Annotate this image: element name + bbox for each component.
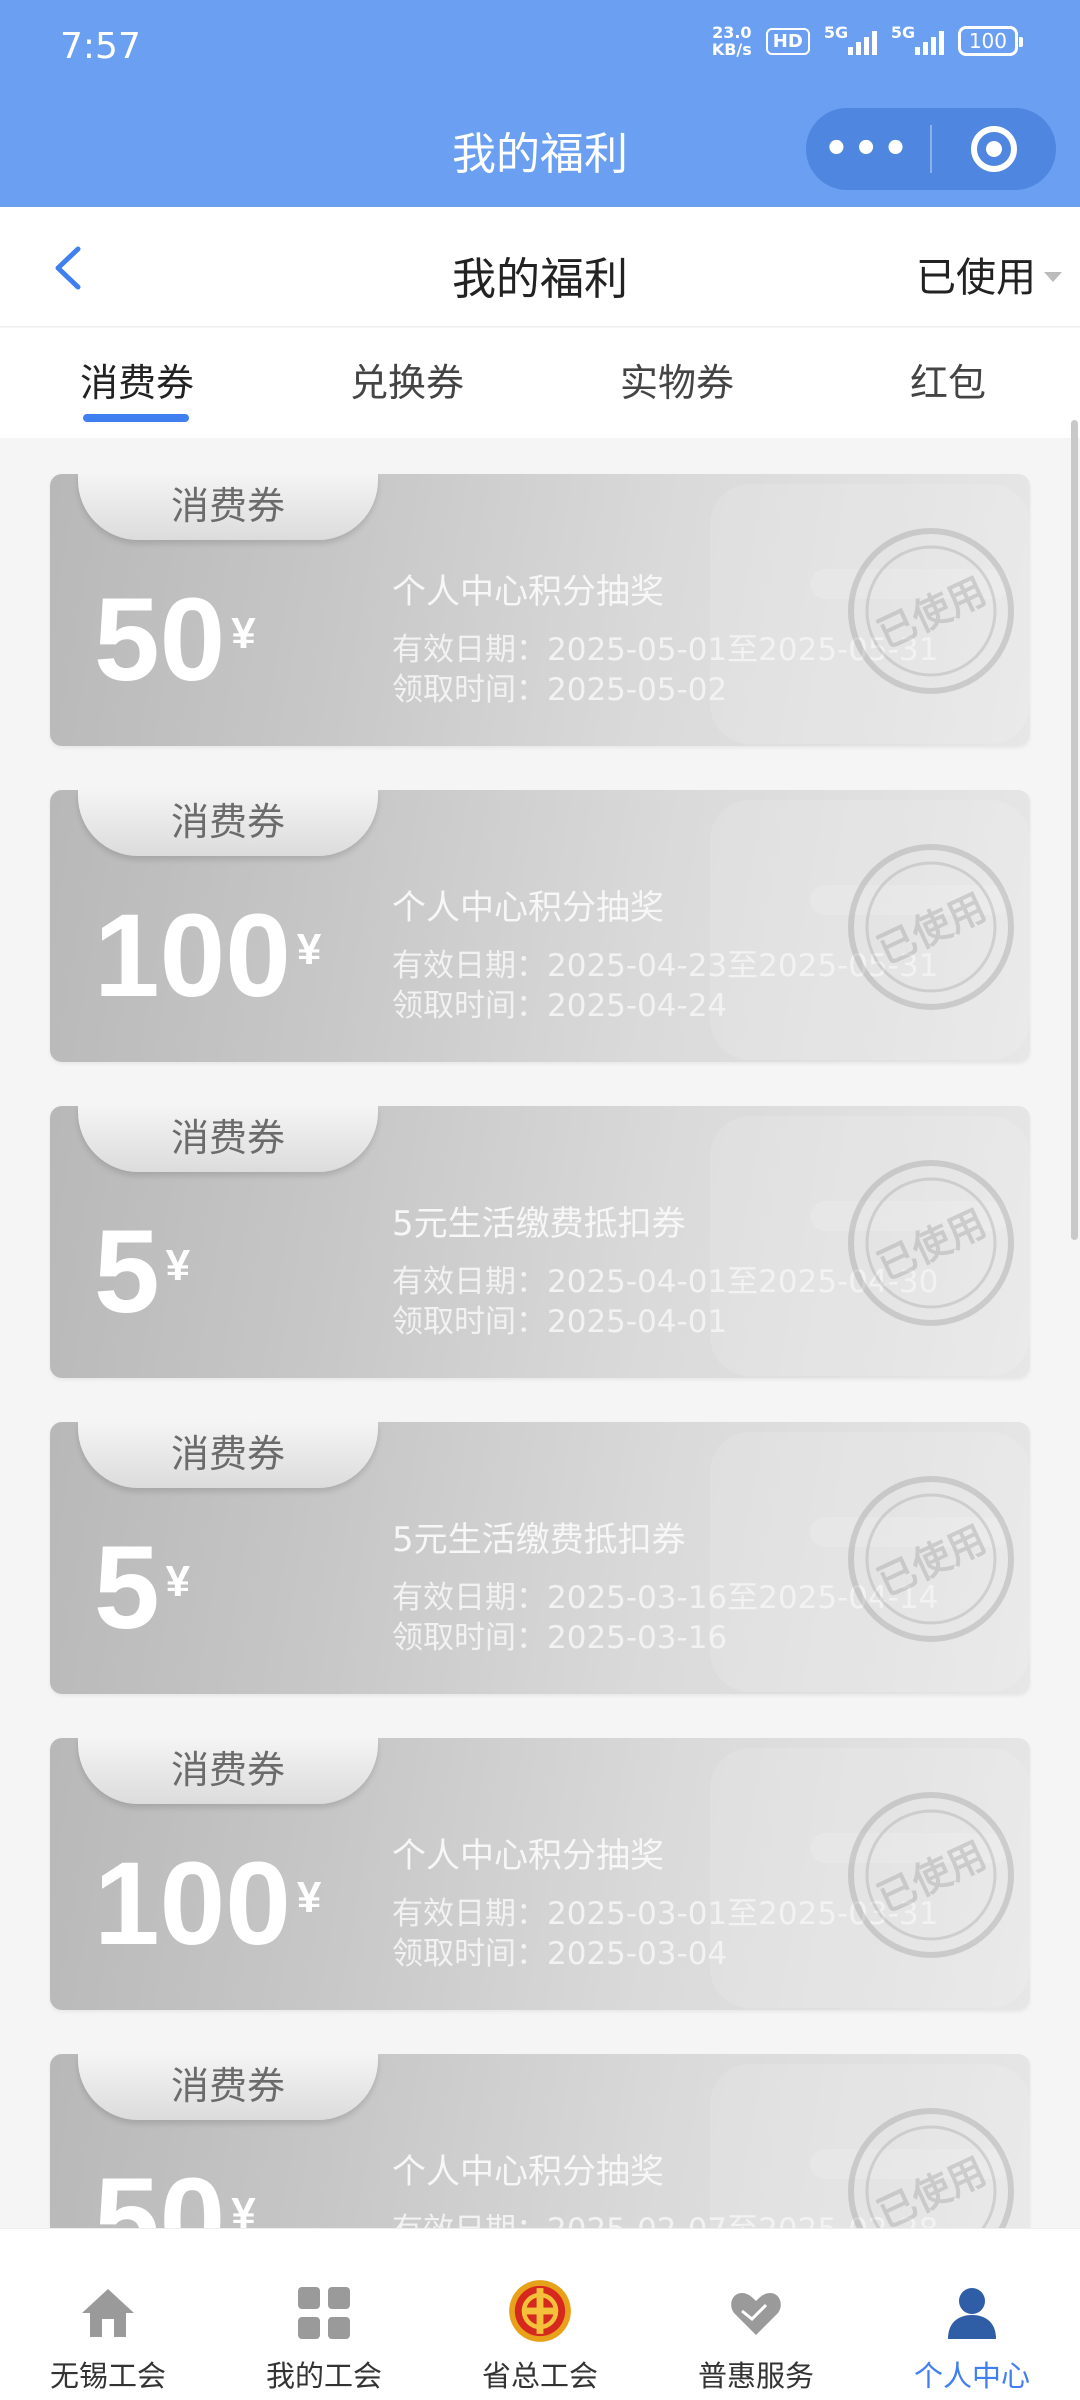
- tab-consumption-coupon[interactable]: 消费券: [80, 352, 194, 407]
- stamp-text: 已使用: [871, 1201, 993, 1289]
- used-stamp-icon: 已使用: [848, 844, 1014, 1010]
- coupon-type-tag: 消费券: [78, 1422, 378, 1488]
- active-tab-indicator: [83, 414, 189, 422]
- hd-icon: HD: [765, 27, 810, 55]
- coupon-type-tag: 消费券: [78, 1738, 378, 1804]
- coupon-amount: 100 ¥: [94, 1838, 322, 1970]
- coupon-type-tag: 消费券: [78, 474, 378, 540]
- signal-icon: 5G: [891, 23, 944, 55]
- coupon-received-time: 领取时间：2025-03-04: [392, 1936, 728, 1972]
- coupon-card[interactable]: 消费券 5 ¥ 5元生活缴费抵扣券 有效日期：2025-03-16至2025-04…: [50, 1422, 1030, 1694]
- page-header: 我的福利 已使用: [0, 207, 1080, 327]
- status-filter-dropdown[interactable]: 已使用: [916, 245, 1062, 303]
- stamp-text: 已使用: [871, 1833, 993, 1921]
- coupon-amount: 5 ¥: [94, 1206, 191, 1338]
- stamp-text: 已使用: [871, 885, 993, 973]
- nav-label: 个人中心: [913, 2359, 1030, 2393]
- currency-symbol: ¥: [165, 1241, 191, 1290]
- coupon-received-time: 领取时间：2025-05-02: [392, 672, 728, 708]
- used-stamp-icon: 已使用: [848, 2108, 1014, 2228]
- coupon-name: 个人中心积分抽奖: [392, 2152, 664, 2192]
- miniapp-capsule: •••: [806, 108, 1056, 190]
- grid-icon: [298, 2287, 350, 2339]
- home-icon: [82, 2289, 134, 2337]
- heart-hands-icon: [731, 2293, 781, 2335]
- coupon-amount: 50 ¥: [94, 2160, 256, 2228]
- battery-icon: 100: [957, 26, 1024, 56]
- nav-item-personal-center[interactable]: 个人中心: [864, 2229, 1080, 2400]
- coupon-name: 个人中心积分抽奖: [392, 1836, 664, 1876]
- coupon-type-tag: 消费券: [78, 1106, 378, 1172]
- coupon-type-tag: 消费券: [78, 2054, 378, 2120]
- coupon-amount: 50 ¥: [94, 574, 256, 706]
- currency-symbol: ¥: [296, 1873, 322, 1922]
- tab-exchange-coupon[interactable]: 兑换券: [350, 352, 464, 407]
- currency-symbol: ¥: [296, 925, 322, 974]
- union-emblem-icon: [509, 2280, 571, 2342]
- stamp-text: 已使用: [871, 1517, 993, 1605]
- scrollbar[interactable]: [1071, 420, 1078, 1240]
- app-top-bar: 7:57 23.0 KB/s HD 5G 5G 100 我的福利 •••: [0, 0, 1080, 207]
- used-stamp-icon: 已使用: [848, 1792, 1014, 1958]
- target-icon[interactable]: [932, 126, 1056, 172]
- user-icon: [948, 2288, 996, 2339]
- currency-symbol: ¥: [231, 609, 256, 658]
- stamp-text: 已使用: [871, 569, 993, 657]
- coupon-type-tag: 消费券: [78, 790, 378, 856]
- coupon-list[interactable]: 消费券 50 ¥ 个人中心积分抽奖 有效日期：2025-05-01至2025-05…: [0, 438, 1080, 2228]
- coupon-received-time: 领取时间：2025-03-16: [392, 1620, 728, 1656]
- coupon-amount: 5 ¥: [94, 1522, 191, 1654]
- coupon-received-time: 领取时间：2025-04-01: [392, 1304, 728, 1340]
- stamp-text: 已使用: [871, 2149, 993, 2228]
- currency-symbol: ¥: [165, 1557, 191, 1606]
- network-speed: 23.0 KB/s: [711, 23, 752, 59]
- nav-label: 普惠服务: [697, 2359, 814, 2393]
- tab-red-packet[interactable]: 红包: [910, 352, 986, 407]
- currency-symbol: ¥: [231, 2189, 256, 2228]
- coupon-name: 个人中心积分抽奖: [392, 572, 664, 612]
- nav-label: 无锡工会: [49, 2359, 166, 2393]
- coupon-card[interactable]: 消费券 100 ¥ 个人中心积分抽奖 有效日期：2025-04-23至2025-0…: [50, 790, 1030, 1062]
- status-time: 7:57: [60, 26, 141, 67]
- bottom-nav: 无锡工会 我的工会 省总工会 普惠服务 个人中心: [0, 2228, 1080, 2400]
- coupon-card[interactable]: 消费券 50 ¥ 个人中心积分抽奖 有效日期：2025-05-01至2025-05…: [50, 474, 1030, 746]
- nav-item-benefit-service[interactable]: 普惠服务: [648, 2229, 864, 2400]
- signal-icon: 5G: [824, 23, 877, 55]
- more-dots-icon[interactable]: •••: [806, 129, 930, 169]
- coupon-received-time: 领取时间：2025-04-24: [392, 988, 728, 1024]
- nav-label: 省总工会: [481, 2359, 598, 2393]
- coupon-name: 5元生活缴费抵扣券: [392, 1520, 686, 1560]
- status-indicators: 23.0 KB/s HD 5G 5G 100: [711, 23, 1024, 59]
- used-stamp-icon: 已使用: [848, 528, 1014, 694]
- used-stamp-icon: 已使用: [848, 1476, 1014, 1642]
- nav-item-wuxi-union[interactable]: 无锡工会: [0, 2229, 216, 2400]
- nav-item-my-union[interactable]: 我的工会: [216, 2229, 432, 2400]
- tab-physical-coupon[interactable]: 实物券: [620, 352, 734, 407]
- nav-label: 我的工会: [265, 2359, 382, 2393]
- coupon-type-tabs: 消费券 兑换券 实物券 红包: [0, 328, 1080, 438]
- coupon-amount: 100 ¥: [94, 890, 322, 1022]
- coupon-card[interactable]: 消费券 100 ¥ 个人中心积分抽奖 有效日期：2025-03-01至2025-0…: [50, 1738, 1030, 2010]
- coupon-name: 个人中心积分抽奖: [392, 888, 664, 928]
- coupon-card[interactable]: 消费券 5 ¥ 5元生活缴费抵扣券 有效日期：2025-04-01至2025-04…: [50, 1106, 1030, 1378]
- caret-down-icon: [1044, 272, 1062, 282]
- coupon-name: 5元生活缴费抵扣券: [392, 1204, 686, 1244]
- nav-item-provincial-union[interactable]: 省总工会: [432, 2229, 648, 2400]
- used-stamp-icon: 已使用: [848, 1160, 1014, 1326]
- status-filter-value: 已使用: [916, 255, 1036, 301]
- coupon-card[interactable]: 消费券 50¥ 个人中心积分抽奖 有效日期：2025-02-07至2025-02…: [50, 2054, 1030, 2228]
